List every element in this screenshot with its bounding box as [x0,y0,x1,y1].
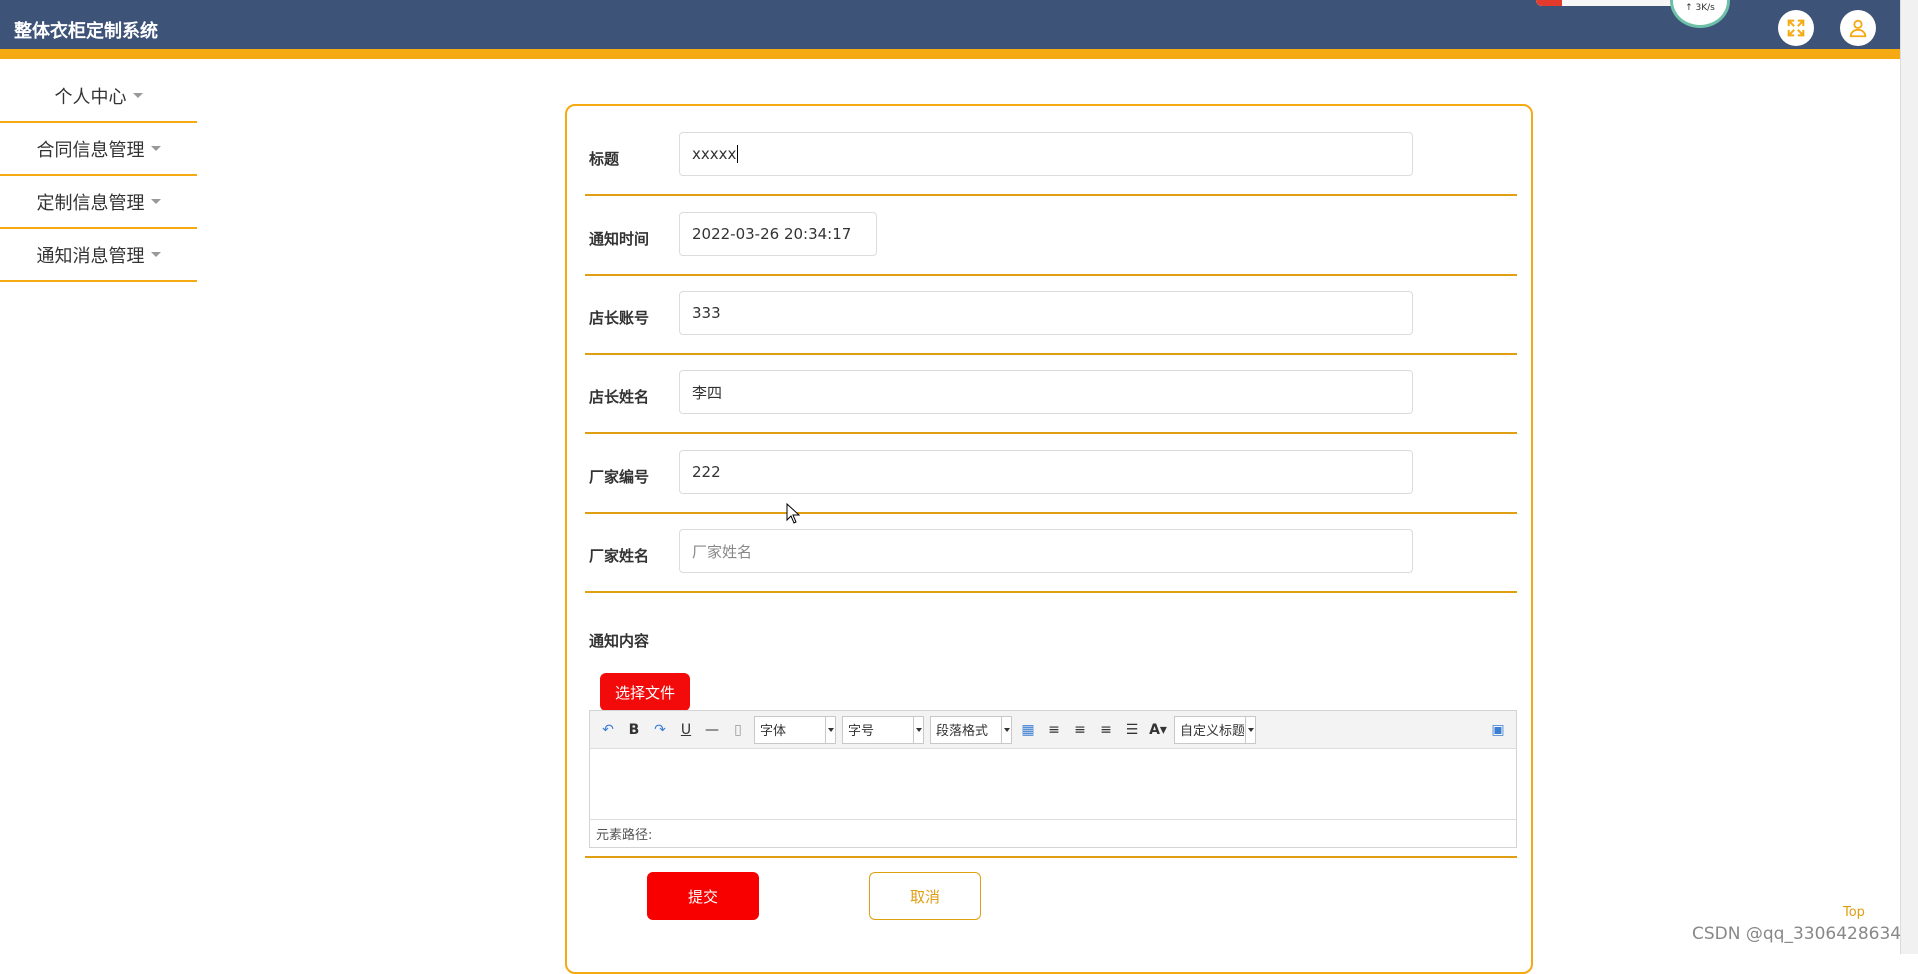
notification-form: 标题 xxxxx 通知时间 2022-03-26 20:34:17 店长账号 3… [565,104,1533,974]
manager-name-label: 店长姓名 [589,388,650,406]
user-button[interactable] [1840,10,1876,46]
bold-icon[interactable]: B [624,720,644,740]
back-to-top-link[interactable]: Top [1843,905,1865,920]
editor-content-area[interactable] [590,749,1516,819]
editor-element-path: 元素路径: [590,819,1516,847]
paragraph-format-value: 段落格式 [936,724,989,739]
factory-id-input[interactable]: 222 [679,450,1413,494]
align-justify-icon[interactable]: ☰ [1122,720,1142,740]
factory-name-label: 厂家姓名 [589,547,650,565]
form-row-notify-time: 通知时间 2022-03-26 20:34:17 [585,196,1517,276]
form-row-manager-account: 店长账号 333 [585,275,1517,355]
custom-title-select[interactable]: 自定义标题 [1174,715,1256,744]
network-speed: ↑ 3K/s [1685,3,1715,13]
font-family-select[interactable]: 字体 [754,715,836,744]
content-label: 通知内容 [589,632,650,650]
font-size-value: 字号 [848,724,875,739]
horizontal-rule-icon[interactable]: — [702,720,722,740]
factory-name-input[interactable]: 厂家姓名 [679,529,1413,573]
page-scrollbar[interactable] [1900,0,1918,954]
align-right-icon[interactable]: ≡ [1070,720,1090,740]
font-color-icon[interactable]: A▾ [1148,720,1168,740]
caret-down-icon [132,93,143,98]
font-size-select[interactable]: 字号 [842,715,924,744]
underline-icon[interactable]: U [676,720,696,740]
sidebar-item-notification-management[interactable]: 通知消息管理 [0,229,197,282]
caret-down-icon [150,146,161,151]
user-icon [1849,19,1867,38]
top-header: 整体衣柜定制系统 ↑ 3K/s [0,0,1900,59]
title-label: 标题 [589,150,620,168]
new-page-icon[interactable]: ▯ [728,720,748,740]
manager-account-label: 店长账号 [589,309,650,327]
sidebar-item-contract-management[interactable]: 合同信息管理 [0,123,197,176]
text-cursor [737,145,739,163]
sidebar-item-label: 合同信息管理 [36,139,145,161]
form-divider [585,856,1517,858]
form-row-factory-id: 厂家编号 222 [585,434,1517,514]
sidebar-item-label: 通知消息管理 [36,245,145,267]
form-row-title: 标题 xxxxx [585,116,1517,196]
sidebar-item-customization-management[interactable]: 定制信息管理 [0,176,197,229]
fullscreen-button[interactable] [1778,10,1814,46]
sidebar-item-label: 定制信息管理 [36,192,145,214]
align-center-icon[interactable]: ≡ [1096,720,1116,740]
sidebar-item-personal-center[interactable]: 个人中心 [0,70,197,123]
manager-name-input[interactable]: 李四 [679,370,1413,414]
sidebar-item-label: 个人中心 [54,86,127,108]
editor-toolbar: ↶ B ↷ U — ▯ 字体 字号 段落格式 ▦ ≡ ≡ ≡ ☰ A▾ 自定义标… [590,711,1516,749]
caret-down-icon [150,199,161,204]
title-value: xxxxx [692,145,737,163]
paragraph-format-select[interactable]: 段落格式 [930,715,1012,744]
submit-button[interactable]: 提交 [647,872,759,920]
app-title: 整体衣柜定制系统 [14,21,158,42]
watermark-text: CSDN @qq_3306428634 [1692,924,1902,944]
form-row-manager-name: 店长姓名 李四 [585,354,1517,434]
caret-down-icon [150,252,161,257]
notify-time-label: 通知时间 [589,230,650,248]
mouse-cursor-icon [786,503,801,524]
custom-title-value: 自定义标题 [1180,724,1244,739]
manager-account-input[interactable]: 333 [679,291,1413,335]
redo-icon[interactable]: ↷ [650,720,670,740]
choose-file-button[interactable]: 选择文件 [600,673,690,711]
form-row-factory-name: 厂家姓名 厂家姓名 [585,513,1517,593]
cancel-button[interactable]: 取消 [869,872,981,920]
title-input[interactable]: xxxxx [679,132,1413,176]
source-code-icon[interactable]: ▣ [1488,720,1508,740]
align-left-icon[interactable]: ≡ [1044,720,1064,740]
font-family-value: 字体 [760,724,787,739]
factory-id-label: 厂家编号 [589,468,650,486]
rich-text-editor: ↶ B ↷ U — ▯ 字体 字号 段落格式 ▦ ≡ ≡ ≡ ☰ A▾ 自定义标… [589,710,1517,848]
undo-icon[interactable]: ↶ [598,720,618,740]
table-icon[interactable]: ▦ [1018,720,1038,740]
expand-icon [1787,19,1805,37]
sidebar: 个人中心 合同信息管理 定制信息管理 通知消息管理 [0,70,197,282]
notify-time-input[interactable]: 2022-03-26 20:34:17 [679,212,877,256]
network-speed-widget: ↑ 3K/s [1670,0,1730,28]
